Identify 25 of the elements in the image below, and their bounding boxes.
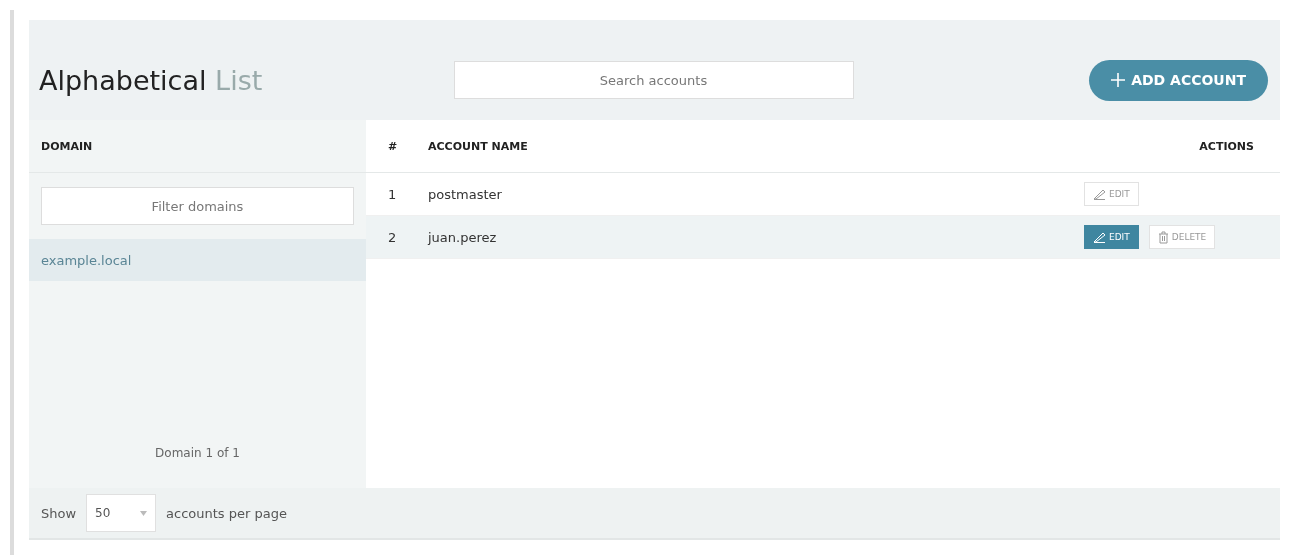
page-title: Alphabetical List xyxy=(39,64,264,96)
column-heading: DOMAIN xyxy=(41,139,94,153)
delete-button[interactable]: DELETE xyxy=(1148,225,1216,249)
add-account-button[interactable]: ADD ACCOUNT xyxy=(1089,59,1268,101)
edit-button[interactable]: EDIT xyxy=(1084,182,1139,206)
pager-text: Domain 1 of 1 xyxy=(154,446,241,462)
search-field[interactable]: Search accounts xyxy=(453,61,854,99)
account-name: postmaster xyxy=(428,186,503,202)
filter-field[interactable]: Filter domains xyxy=(41,187,354,225)
pencil-icon xyxy=(1093,231,1106,243)
column-heading: ACTIONS xyxy=(1198,139,1254,153)
show-label: Show xyxy=(41,505,77,521)
column-heading: ACCOUNT NAME xyxy=(428,139,529,153)
account-name: juan.perez xyxy=(428,229,498,245)
column-heading: # xyxy=(388,139,399,153)
page-size-select[interactable]: 50 xyxy=(86,494,157,532)
dropdown-icon xyxy=(140,510,148,516)
plus-icon xyxy=(1111,73,1126,87)
edit-button[interactable]: EDIT xyxy=(1084,225,1139,249)
row-number: 1 xyxy=(388,186,398,202)
pencil-icon xyxy=(1093,188,1106,200)
domain-item[interactable]: example.local xyxy=(29,239,366,281)
per-page-label: accounts per page xyxy=(166,505,287,521)
trash-icon xyxy=(1157,230,1169,244)
row-number: 2 xyxy=(388,229,398,245)
